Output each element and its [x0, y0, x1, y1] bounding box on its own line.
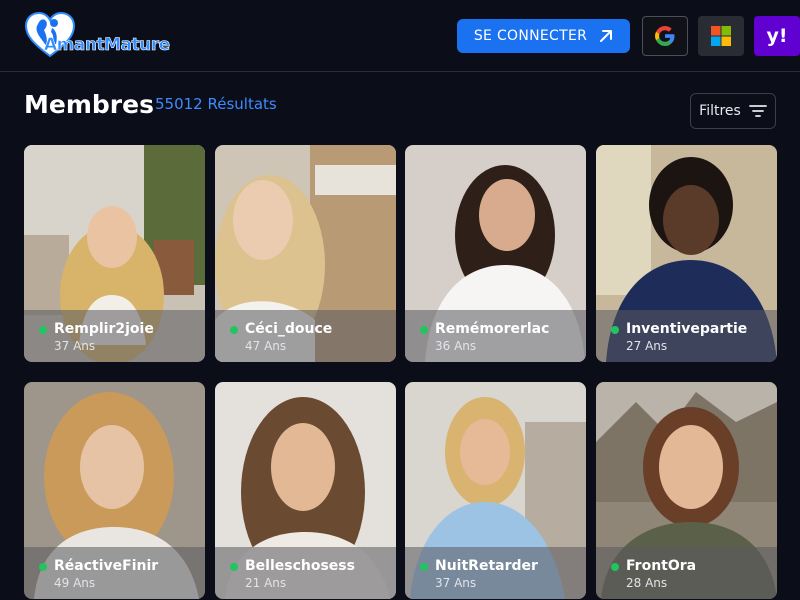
member-caption: Remplir2joie 37 Ans — [24, 310, 205, 362]
yahoo-login-button[interactable]: y! — [754, 16, 800, 56]
member-card[interactable]: Céci_douce 47 Ans — [215, 145, 396, 362]
member-caption: FrontOra 28 Ans — [596, 547, 777, 599]
online-status-icon — [39, 326, 47, 334]
member-caption: RéactiveFinir 49 Ans — [24, 547, 205, 599]
member-age: 21 Ans — [245, 576, 287, 590]
member-caption: Céci_douce 47 Ans — [215, 310, 396, 362]
yahoo-icon: y! — [766, 25, 788, 47]
login-button-label: SE CONNECTER — [473, 28, 588, 44]
member-name: Belleschosess — [245, 558, 355, 574]
page-title: Membres — [24, 90, 154, 119]
brand-name: AmantMature — [44, 35, 171, 56]
brand-logo[interactable]: AmantMature — [24, 11, 170, 58]
member-caption: Belleschosess 21 Ans — [215, 547, 396, 599]
google-icon — [655, 26, 675, 46]
header: AmantMature SE CONNECTER y! — [0, 0, 800, 72]
member-age: 37 Ans — [435, 576, 477, 590]
member-age: 36 Ans — [435, 339, 477, 353]
member-age: 49 Ans — [54, 576, 96, 590]
member-caption: Remémorerlac 36 Ans — [405, 310, 586, 362]
member-name: NuitRetarder — [435, 558, 538, 574]
results-count: 55012 Résultats — [155, 95, 277, 113]
member-name: Inventivepartie — [626, 321, 748, 337]
member-card[interactable]: Belleschosess 21 Ans — [215, 382, 396, 599]
member-caption: Inventivepartie 27 Ans — [596, 310, 777, 362]
online-status-icon — [611, 563, 619, 571]
member-caption: NuitRetarder 37 Ans — [405, 547, 586, 599]
member-card[interactable]: NuitRetarder 37 Ans — [405, 382, 586, 599]
member-name: Remplir2joie — [54, 321, 154, 337]
member-name: FrontOra — [626, 558, 697, 574]
login-button[interactable]: SE CONNECTER — [457, 19, 630, 53]
online-status-icon — [39, 563, 47, 571]
arrow-up-right-icon — [600, 30, 613, 42]
online-status-icon — [420, 326, 428, 334]
member-card[interactable]: Inventivepartie 27 Ans — [596, 145, 777, 362]
member-card[interactable]: Remémorerlac 36 Ans — [405, 145, 586, 362]
online-status-icon — [230, 563, 238, 571]
member-age: 47 Ans — [245, 339, 287, 353]
online-status-icon — [611, 326, 619, 334]
microsoft-login-button[interactable] — [698, 16, 744, 56]
member-card[interactable]: Remplir2joie 37 Ans — [24, 145, 205, 362]
google-login-button[interactable] — [642, 16, 688, 56]
member-age: 28 Ans — [626, 576, 668, 590]
online-status-icon — [420, 563, 428, 571]
member-age: 27 Ans — [626, 339, 668, 353]
member-name: RéactiveFinir — [54, 558, 159, 574]
member-age: 37 Ans — [54, 339, 96, 353]
filters-button[interactable]: Filtres — [690, 93, 776, 129]
member-card[interactable]: RéactiveFinir 49 Ans — [24, 382, 205, 599]
filter-icon — [748, 105, 767, 117]
online-status-icon — [230, 326, 238, 334]
member-card[interactable]: FrontOra 28 Ans — [596, 382, 777, 599]
member-name: Céci_douce — [245, 321, 333, 337]
microsoft-icon — [711, 26, 731, 46]
filters-label: Filtres — [699, 103, 741, 119]
member-name: Remémorerlac — [435, 321, 550, 337]
